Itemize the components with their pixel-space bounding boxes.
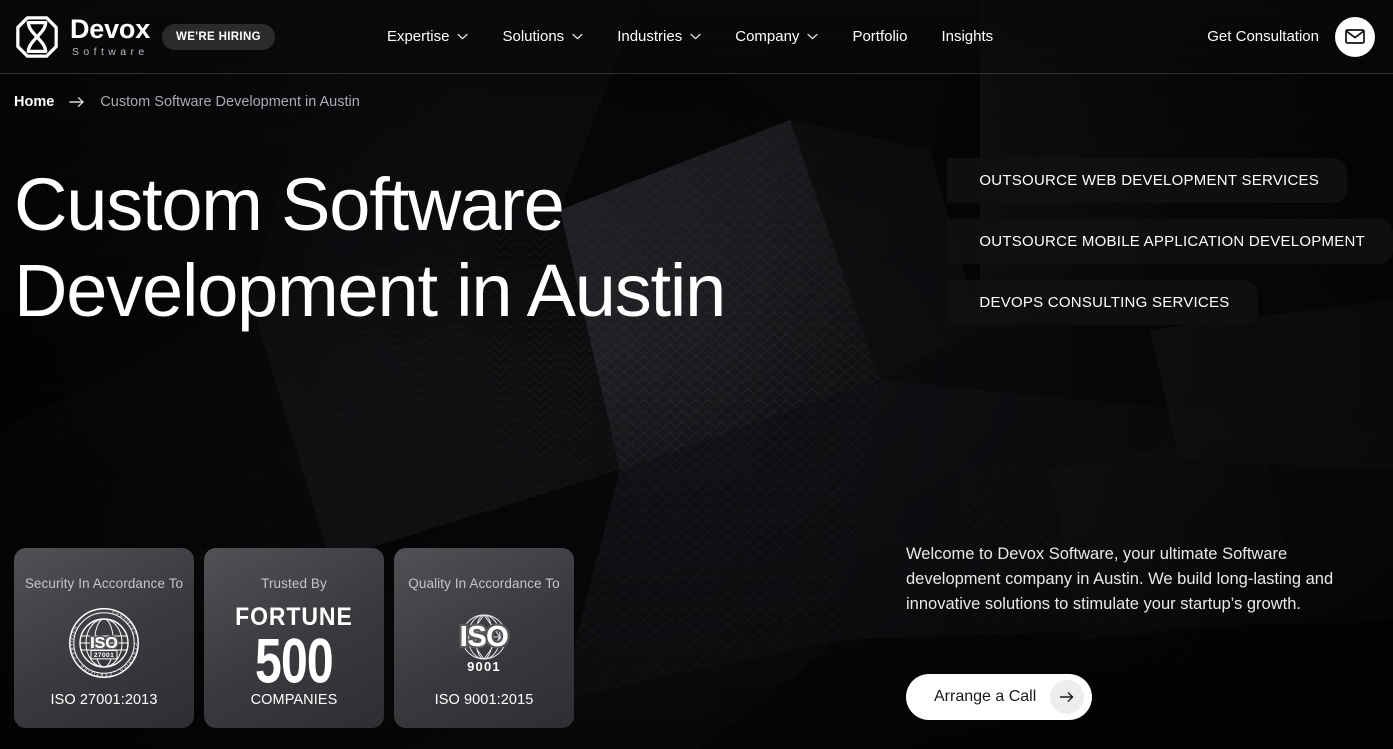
- breadcrumb-home-link[interactable]: Home: [14, 94, 54, 110]
- service-pill-devops-consulting[interactable]: DevOps Consulting Services: [947, 280, 1258, 325]
- brand-name: Devox: [70, 13, 151, 44]
- page-title-line-1: Custom Software: [14, 163, 565, 246]
- page-title: Custom Software Development in Austin: [14, 162, 834, 334]
- nav-label: Insights: [941, 28, 994, 45]
- breadcrumb: Home Custom Software Development in Aust…: [14, 94, 360, 110]
- nav-label: Company: [735, 28, 800, 45]
- nav-item-expertise[interactable]: Expertise: [387, 28, 469, 45]
- svg-text:ISO: ISO: [460, 621, 508, 653]
- chevron-down-icon: [457, 33, 469, 40]
- arrow-right-icon: [1060, 692, 1074, 702]
- nav-label: Portfolio: [852, 28, 908, 45]
- iso-9001-globe-icon: ISO ISO 9001: [446, 607, 522, 679]
- hiring-badge[interactable]: WE'RE HIRING: [162, 23, 275, 50]
- nav-item-portfolio[interactable]: Portfolio: [852, 28, 907, 45]
- page-root: Devox Software WE'RE HIRING Expertise So…: [0, 0, 1393, 749]
- arrow-right-icon: [69, 97, 84, 107]
- svg-text:ISO: ISO: [90, 635, 118, 652]
- card-label: ISO 27001:2013: [50, 692, 158, 708]
- fortune-number: 500: [255, 625, 334, 696]
- svg-text:9001: 9001: [467, 659, 501, 674]
- card-label: ISO 9001:2015: [434, 692, 534, 708]
- chevron-down-icon: [807, 33, 819, 40]
- nav-label: Expertise: [386, 28, 450, 45]
- cta-arrow-badge: [1050, 680, 1085, 714]
- fortune-500-logo-icon: FORTUNE 500: [230, 603, 358, 692]
- page-title-line-2: Development in Austin: [14, 249, 726, 332]
- cta-label: Arrange a Call: [934, 688, 1037, 705]
- header-actions: Get Consultation: [1207, 16, 1393, 57]
- nav-label: Industries: [617, 28, 683, 45]
- nav-item-solutions[interactable]: Solutions: [502, 28, 583, 45]
- card-caption: Quality In Accordance To: [408, 576, 560, 591]
- nav-item-insights[interactable]: Insights: [941, 28, 993, 45]
- main-nav: Expertise Solutions Industries Company P…: [387, 28, 993, 45]
- chevron-down-icon: [572, 33, 583, 40]
- envelope-icon: [1345, 29, 1365, 44]
- nav-label: Solutions: [502, 28, 565, 45]
- intro-paragraph: Welcome to Devox Software, your ultimate…: [906, 545, 1334, 613]
- mail-button[interactable]: [1335, 16, 1375, 57]
- certification-card-iso9001[interactable]: Quality In Accordance To ISO ISO 9001 IS…: [394, 548, 574, 728]
- iso-27001-seal-icon: ISO ISO 27001 CERTIFIED · CERTIFIED · CE…: [68, 607, 140, 679]
- service-pill-mobile-application[interactable]: Outsource Mobile Application Development: [947, 219, 1393, 264]
- nav-item-company[interactable]: Company: [735, 28, 819, 45]
- service-pill-list: Outsource Web Development Services Outso…: [947, 158, 1393, 325]
- certification-card-fortune500[interactable]: Trusted By FORTUNE 500 COMPANIES: [204, 548, 384, 728]
- card-label: COMPANIES: [250, 692, 338, 708]
- card-caption: Trusted By: [261, 576, 327, 591]
- service-pill-web-development[interactable]: Outsource Web Development Services: [947, 158, 1348, 203]
- chevron-down-icon: [690, 33, 701, 40]
- card-caption: Security In Accordance To: [24, 576, 184, 591]
- site-header: Devox Software WE'RE HIRING Expertise So…: [0, 0, 1393, 74]
- get-consultation-link[interactable]: Get Consultation: [1207, 28, 1319, 45]
- brand-logo[interactable]: Devox Software: [0, 14, 150, 60]
- nav-item-industries[interactable]: Industries: [617, 28, 701, 45]
- brand-subtitle: Software: [72, 45, 149, 58]
- certification-card-iso27001[interactable]: Security In Accordance To ISO ISO 27001: [14, 548, 194, 728]
- arrange-a-call-button[interactable]: Arrange a Call: [906, 674, 1093, 720]
- svg-text:27001: 27001: [94, 652, 114, 659]
- devox-hexagon-logo-icon: [16, 15, 58, 58]
- breadcrumb-current: Custom Software Development in Austin: [100, 94, 360, 110]
- certification-card-list: Security In Accordance To ISO ISO 27001: [14, 548, 574, 728]
